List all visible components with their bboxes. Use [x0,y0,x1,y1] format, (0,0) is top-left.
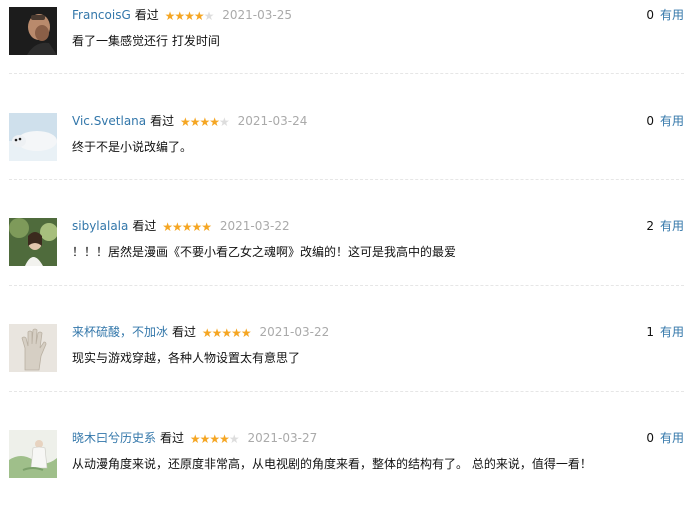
user-avatar[interactable] [9,430,57,478]
comment-item: sibylalala 看过 ★★★★★ 2021-03-22 2 有用 ！！！居然是… [0,215,700,295]
useful-button[interactable]: 有用 [660,325,684,339]
vote-area: 2 有用 [646,217,684,235]
star-empty-icon: ★ [203,9,215,23]
watched-label: 看过 [134,8,159,22]
comment-text: 现实与游戏穿越，各种人物设置太有意思了 [72,351,301,365]
vote-area: 0 有用 [646,112,684,130]
star-icon: ★★★★ [180,115,220,129]
comment-text: ！！！居然是漫画《不要小看乙女之魂啊》改编的！这可是我高中的最爱 [72,245,457,259]
watched-label: 看过 [150,114,175,128]
comment-date: 2021-03-24 [237,114,308,128]
nature-girl-icon [9,218,57,266]
comment-meta: sibylalala 看过 ★★★★★ 2021-03-22 [72,217,290,235]
comment-date: 2021-03-25 [222,8,292,22]
user-avatar[interactable] [9,324,57,372]
comment-date: 2021-03-27 [247,431,318,445]
username-link[interactable]: sibylalala [72,219,128,233]
username-link[interactable]: FrancoisG [72,8,131,22]
divider [9,179,684,180]
useful-button[interactable]: 有用 [660,431,684,445]
user-avatar[interactable] [9,218,57,266]
useful-button[interactable]: 有用 [660,8,684,22]
comment-item: Vic.Svetlana 看过 ★★★★★ 2021-03-24 0 有用 终于不是… [0,110,700,190]
vote-area: 1 有用 [646,323,684,341]
star-empty-icon: ★ [219,115,230,129]
comment-text: 终于不是小说改编了。 [72,140,193,154]
watched-label: 看过 [172,325,197,339]
username-link[interactable]: Vic.Svetlana [72,114,146,128]
rating-stars: ★★★★★ [164,7,215,25]
divider [9,285,684,286]
vote-count: 0 [646,114,654,128]
watched-label: 看过 [160,431,185,445]
username-link[interactable]: 晓木曰兮历史系 [72,431,156,445]
comment-meta: Vic.Svetlana 看过 ★★★★★ 2021-03-24 [72,112,307,130]
rating-stars: ★★★★★ [201,324,252,342]
comment-date: 2021-03-22 [259,325,330,339]
comment-item: FrancoisG 看过 ★★★★★ 2021-03-25 0 有用 看了一集感觉还… [0,4,700,84]
comment-meta: 来杯硫酸，不加冰 看过 ★★★★★ 2021-03-22 [72,323,329,341]
star-icon: ★★★★★ [162,220,212,234]
rating-stars: ★★★★★ [180,113,230,131]
vote-count: 1 [646,325,654,339]
rating-stars: ★★★★★ [189,430,240,448]
useful-button[interactable]: 有用 [660,219,684,233]
user-avatar[interactable] [9,7,57,55]
comment-meta: 晓木曰兮历史系 看过 ★★★★★ 2021-03-27 [72,429,317,447]
vote-count: 0 [646,8,654,22]
star-icon: ★★★★ [164,9,205,23]
watched-label: 看过 [132,219,157,233]
useful-button[interactable]: 有用 [660,114,684,128]
vote-count: 0 [646,431,654,445]
comment-date: 2021-03-22 [219,219,290,233]
username-link[interactable]: 来杯硫酸，不加冰 [72,325,168,339]
comment-text: 从动漫角度来说，还原度非常高，从电视剧的角度来看，整体的结构有了。 总的来说，值… [72,457,592,471]
star-icon: ★★★★ [189,432,230,446]
vote-count: 2 [646,219,654,233]
comment-meta: FrancoisG 看过 ★★★★★ 2021-03-25 [72,6,292,24]
vote-area: 0 有用 [646,6,684,24]
user-avatar[interactable] [9,113,57,161]
painting-figure-icon [9,430,57,478]
star-empty-icon: ★ [228,432,240,446]
hand-sculpture-icon [9,324,57,372]
comment-text: 看了一集感觉还行 打发时间 [72,34,220,48]
comment-item: 来杯硫酸，不加冰 看过 ★★★★★ 2021-03-22 1 有用 现实与游戏穿越，… [0,321,700,401]
divider [9,391,684,392]
comment-item: 晓木曰兮历史系 看过 ★★★★★ 2021-03-27 0 有用 从动漫角度来说，还… [0,427,700,507]
seal-icon [9,113,57,161]
star-icon: ★★★★★ [201,326,252,340]
vote-area: 0 有用 [646,429,684,447]
divider [9,73,684,74]
man-portrait-icon [9,7,57,55]
rating-stars: ★★★★★ [162,218,212,236]
